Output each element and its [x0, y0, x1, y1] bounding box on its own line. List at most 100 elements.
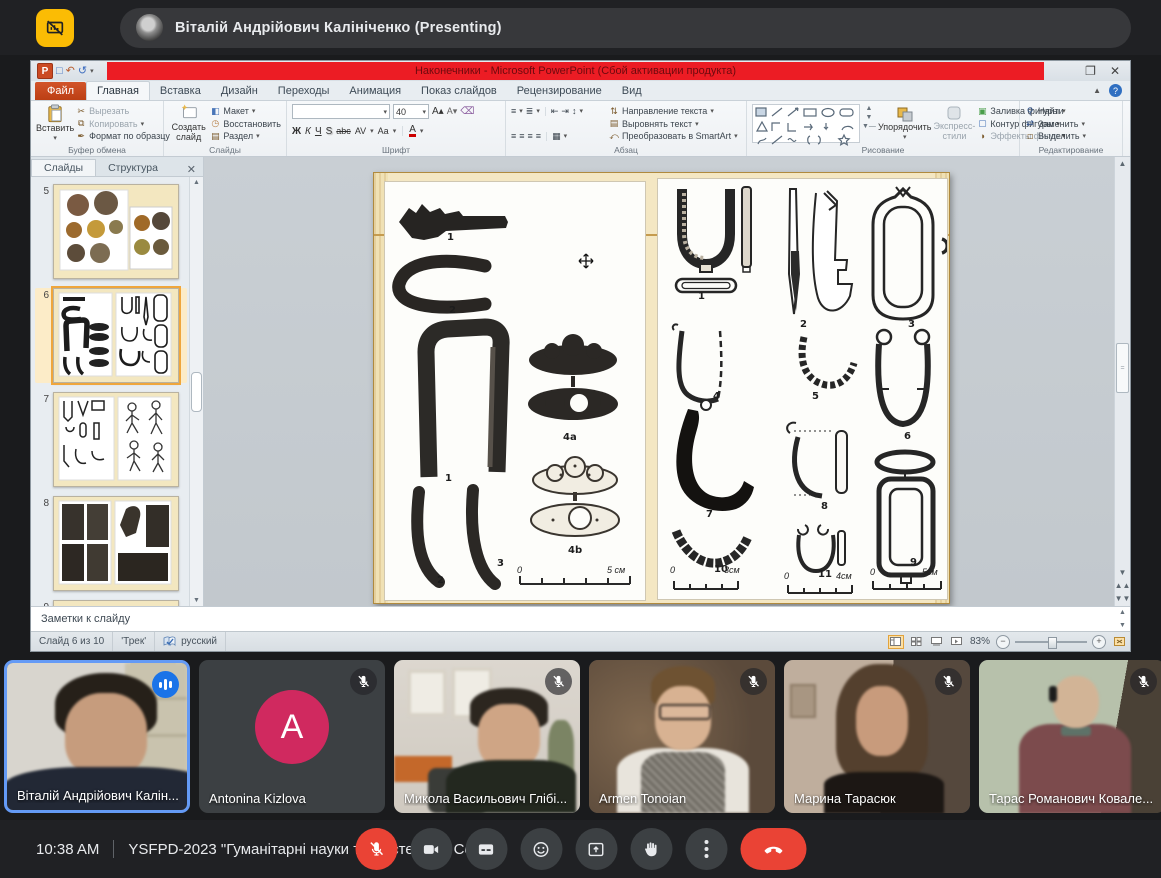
- scroll-thumb[interactable]: =: [1116, 343, 1129, 393]
- tab-slides-thumbnails[interactable]: Слайды: [31, 159, 96, 176]
- tab-insert[interactable]: Вставка: [150, 82, 211, 100]
- help-icon[interactable]: ?: [1109, 84, 1122, 97]
- notes-pane[interactable]: Заметки к слайду ▲▼: [31, 606, 1130, 631]
- save-icon[interactable]: □︎: [56, 66, 63, 77]
- tab-file[interactable]: Файл: [35, 82, 86, 100]
- slide-thumbnail-5[interactable]: 5: [35, 184, 187, 279]
- end-call-button[interactable]: [740, 828, 806, 870]
- tab-view[interactable]: Вид: [612, 82, 652, 100]
- zoom-out-icon[interactable]: −: [996, 635, 1010, 649]
- slides-panel-scrollbar[interactable]: ▲ ▼: [189, 177, 203, 606]
- undo-icon[interactable]: ↶: [66, 66, 75, 77]
- tab-design[interactable]: Дизайн: [211, 82, 268, 100]
- section-icon: ▤: [210, 131, 220, 142]
- slide-thumbnail-6-selected[interactable]: 6: [35, 288, 187, 383]
- font-name-combo[interactable]: ▾: [292, 104, 390, 119]
- group-label: Абзац: [506, 145, 746, 155]
- normal-view-button[interactable]: [888, 635, 904, 649]
- presenter-pill[interactable]: Віталій Андрійович Калініченко (Presenti…: [120, 8, 1131, 48]
- scroll-down-icon[interactable]: ▼: [193, 597, 200, 604]
- raise-hand-button[interactable]: [630, 828, 672, 870]
- align-text-button[interactable]: ▤Выровнять текст▾: [609, 118, 738, 130]
- zoom-slider[interactable]: − +: [996, 635, 1106, 649]
- scroll-up-icon[interactable]: ▲: [193, 179, 200, 186]
- change-case-button[interactable]: Aa: [378, 126, 389, 136]
- paste-button[interactable]: Вставить ▾: [36, 104, 74, 143]
- reset-button[interactable]: ◷Восстановить: [210, 118, 281, 130]
- replace-button[interactable]: ⇄Заменить▾: [1025, 118, 1086, 130]
- camera-button[interactable]: [410, 828, 452, 870]
- captions-button[interactable]: [465, 828, 507, 870]
- collapse-ribbon-icon[interactable]: ▲: [1093, 86, 1101, 95]
- participant-tile[interactable]: Марина Тарасюк: [784, 660, 970, 813]
- participant-tile[interactable]: Віталій Андрійович Калін...: [4, 660, 190, 813]
- section-button[interactable]: ▤Раздел▾: [210, 130, 281, 142]
- restore-window-icon[interactable]: ❐: [1085, 65, 1096, 77]
- tab-review[interactable]: Рецензирование: [507, 82, 612, 100]
- next-slide-icon[interactable]: ▼▼: [1115, 594, 1131, 603]
- copy-button[interactable]: ⧉Копировать▾: [76, 118, 170, 130]
- qat-dropdown-icon[interactable]: ▾: [90, 67, 94, 75]
- list-buttons[interactable]: ≡▾≣▾⇤⇥↕▾: [511, 105, 607, 117]
- select-button[interactable]: ◽Выделить▾: [1025, 130, 1086, 142]
- clear-formatting-button[interactable]: ⌫: [460, 106, 474, 117]
- slide-thumbnail-7[interactable]: 7: [35, 392, 187, 487]
- scroll-up-icon[interactable]: ▲: [1119, 159, 1127, 168]
- char-spacing-button[interactable]: AV: [355, 126, 366, 136]
- font-size-combo[interactable]: 40▾: [393, 104, 429, 119]
- mic-button[interactable]: [355, 828, 397, 870]
- bold-button[interactable]: Ж: [292, 126, 301, 137]
- notes-scrollbar[interactable]: ▲▼: [1117, 609, 1128, 629]
- arrange-button[interactable]: Упорядочить ▾: [878, 104, 932, 143]
- participant-tile[interactable]: Тарас Романович Ковале...: [979, 660, 1161, 813]
- current-slide[interactable]: 1 2 1 2 3 4a 4b 0 5 см: [373, 172, 950, 604]
- scissors-icon: ✂: [76, 106, 86, 117]
- participant-tile[interactable]: Armen Tonoian: [589, 660, 775, 813]
- tab-home[interactable]: Главная: [86, 81, 150, 100]
- slide-thumbnail-8[interactable]: 8: [35, 496, 187, 591]
- close-panel-icon[interactable]: ✕: [180, 163, 203, 176]
- reading-view-button[interactable]: [930, 636, 944, 648]
- reactions-button[interactable]: [520, 828, 562, 870]
- previous-slide-icon[interactable]: ▲▲: [1115, 581, 1131, 590]
- slideshow-view-button[interactable]: [950, 636, 964, 648]
- strikethrough-button[interactable]: abc: [336, 126, 351, 136]
- scroll-thumb[interactable]: [191, 372, 202, 412]
- underline-button[interactable]: Ч: [315, 126, 322, 137]
- tab-slideshow[interactable]: Показ слайдов: [411, 82, 507, 100]
- slide-sorter-button[interactable]: [910, 636, 924, 648]
- redo-icon[interactable]: ↺: [78, 66, 87, 77]
- fit-to-window-button[interactable]: [1112, 636, 1126, 648]
- tab-animations[interactable]: Анимация: [339, 82, 411, 100]
- shrink-font-button[interactable]: A▾: [447, 106, 458, 117]
- layout-button[interactable]: ◧Макет▾: [210, 105, 281, 117]
- scroll-down-icon[interactable]: ▼: [1119, 568, 1127, 577]
- zoom-slider-thumb[interactable]: [1048, 637, 1057, 649]
- shapes-scroll[interactable]: ▲▼▼―: [862, 104, 876, 143]
- align-buttons[interactable]: ≡≡≡≡▦▾: [511, 130, 607, 142]
- participant-tile[interactable]: Микола Васильович Глібі...: [394, 660, 580, 813]
- edit-area-scrollbar[interactable]: ▲ = ▼ ▲▲ ▼▼: [1114, 157, 1130, 606]
- tab-transitions[interactable]: Переходы: [268, 82, 340, 100]
- tab-outline[interactable]: Структура: [96, 160, 170, 176]
- shapes-gallery[interactable]: [752, 104, 860, 143]
- quick-styles-button[interactable]: Экспресс-стили: [934, 104, 976, 143]
- present-button[interactable]: [575, 828, 617, 870]
- italic-button[interactable]: К: [305, 126, 311, 137]
- participant-tile[interactable]: A Antonina Kizlova: [199, 660, 385, 813]
- font-color-button[interactable]: A: [409, 125, 416, 137]
- more-options-button[interactable]: [685, 828, 727, 870]
- language-segment[interactable]: русский: [155, 632, 226, 651]
- find-button[interactable]: ⚲Найти: [1025, 105, 1086, 117]
- format-painter-button[interactable]: ✒Формат по образцу: [76, 130, 170, 142]
- camera-off-indicator[interactable]: [36, 9, 74, 47]
- shadow-button[interactable]: S: [326, 126, 333, 137]
- ribbon-extra-controls: ▲ ?: [1093, 84, 1122, 97]
- grow-font-button[interactable]: A▴: [432, 106, 444, 117]
- close-window-icon[interactable]: ✕: [1110, 65, 1120, 77]
- zoom-in-icon[interactable]: +: [1092, 635, 1106, 649]
- cut-button[interactable]: ✂Вырезать: [76, 105, 170, 117]
- smartart-button[interactable]: ⤺Преобразовать в SmartArt▾: [609, 130, 738, 142]
- text-direction-button[interactable]: ⇅Направление текста▾: [609, 105, 738, 117]
- new-slide-button[interactable]: Создать слайд: [169, 104, 208, 143]
